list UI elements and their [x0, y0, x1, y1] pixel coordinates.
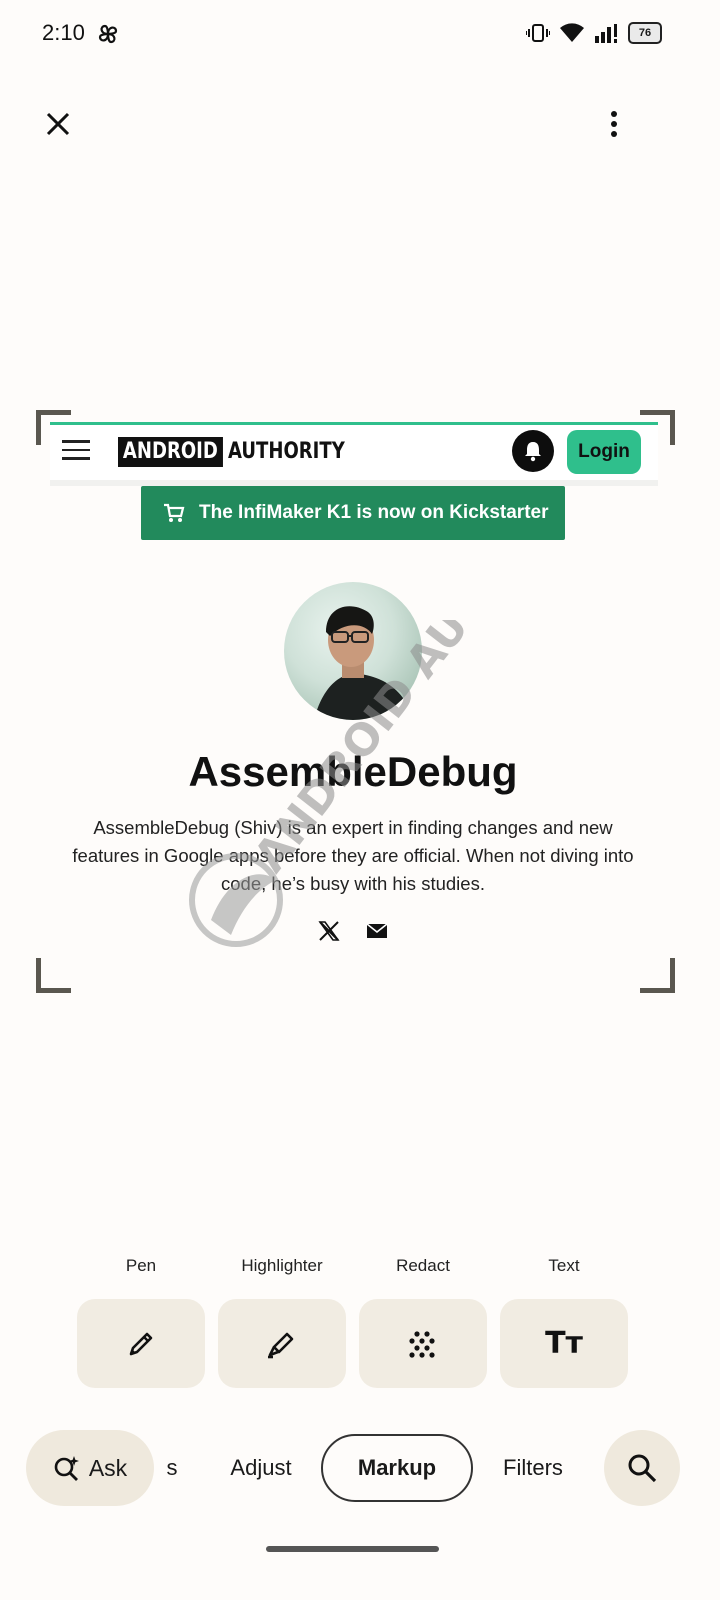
sparkle-search-icon	[54, 1456, 79, 1481]
tab-markup[interactable]: Markup	[321, 1434, 473, 1502]
site-logo-part1: ANDROID	[118, 437, 223, 467]
hamburger-menu-icon	[62, 440, 90, 462]
home-indicator[interactable]	[266, 1546, 439, 1552]
author-avatar	[284, 582, 422, 720]
tool-label-pen: Pen	[125, 1256, 157, 1275]
pinwheel-icon	[98, 24, 118, 44]
mail-icon	[366, 923, 388, 938]
more-options-button[interactable]	[602, 106, 626, 142]
vibrate-icon	[526, 24, 550, 42]
search-button[interactable]	[604, 1430, 680, 1506]
text-icon: Tт	[545, 1326, 583, 1361]
tool-label-highlighter: Highlighter	[241, 1256, 323, 1275]
tab-filters[interactable]: Filters	[494, 1434, 572, 1502]
highlighter-icon	[268, 1332, 294, 1358]
ask-label: Ask	[88, 1454, 128, 1481]
status-time: 2:10	[42, 20, 85, 45]
status-icons: 76	[526, 22, 662, 44]
cart-icon	[164, 503, 185, 522]
crop-handle-bottom-left[interactable]	[36, 958, 71, 993]
tab-adjust[interactable]: Adjust	[218, 1434, 304, 1502]
tab-partial[interactable]: s	[160, 1434, 184, 1502]
search-icon	[628, 1454, 657, 1483]
author-name: AssembleDebug	[188, 748, 518, 795]
battery-icon: 76	[628, 22, 662, 44]
text-tool-button[interactable]: Tт	[500, 1299, 628, 1388]
bell-icon	[525, 442, 541, 462]
tool-label-text: Text	[548, 1256, 580, 1275]
promo-banner: The InfiMaker K1 is now on Kickstarter	[141, 486, 565, 540]
author-bio: AssembleDebug (Shiv) is an expert in fin…	[72, 817, 634, 894]
close-button[interactable]	[40, 106, 76, 142]
wifi-icon	[560, 23, 584, 42]
redact-tool-button[interactable]	[359, 1299, 487, 1388]
tool-label-redact: Redact	[396, 1256, 450, 1275]
x-twitter-icon	[318, 921, 340, 941]
signal-icon	[595, 24, 617, 43]
pen-tool-button[interactable]	[77, 1299, 205, 1388]
promo-text: The InfiMaker K1 is now on Kickstarter	[199, 502, 549, 523]
highlighter-tool-button[interactable]	[218, 1299, 346, 1388]
crop-handle-bottom-right[interactable]	[640, 958, 675, 993]
notification-bell-button	[512, 430, 554, 472]
site-logo-part2: AUTHORITY	[228, 439, 345, 464]
ask-button[interactable]: Ask	[26, 1430, 154, 1506]
login-button: Login	[567, 430, 641, 474]
redact-icon	[409, 1330, 435, 1358]
pen-icon	[129, 1332, 153, 1355]
person-photo	[314, 606, 414, 720]
